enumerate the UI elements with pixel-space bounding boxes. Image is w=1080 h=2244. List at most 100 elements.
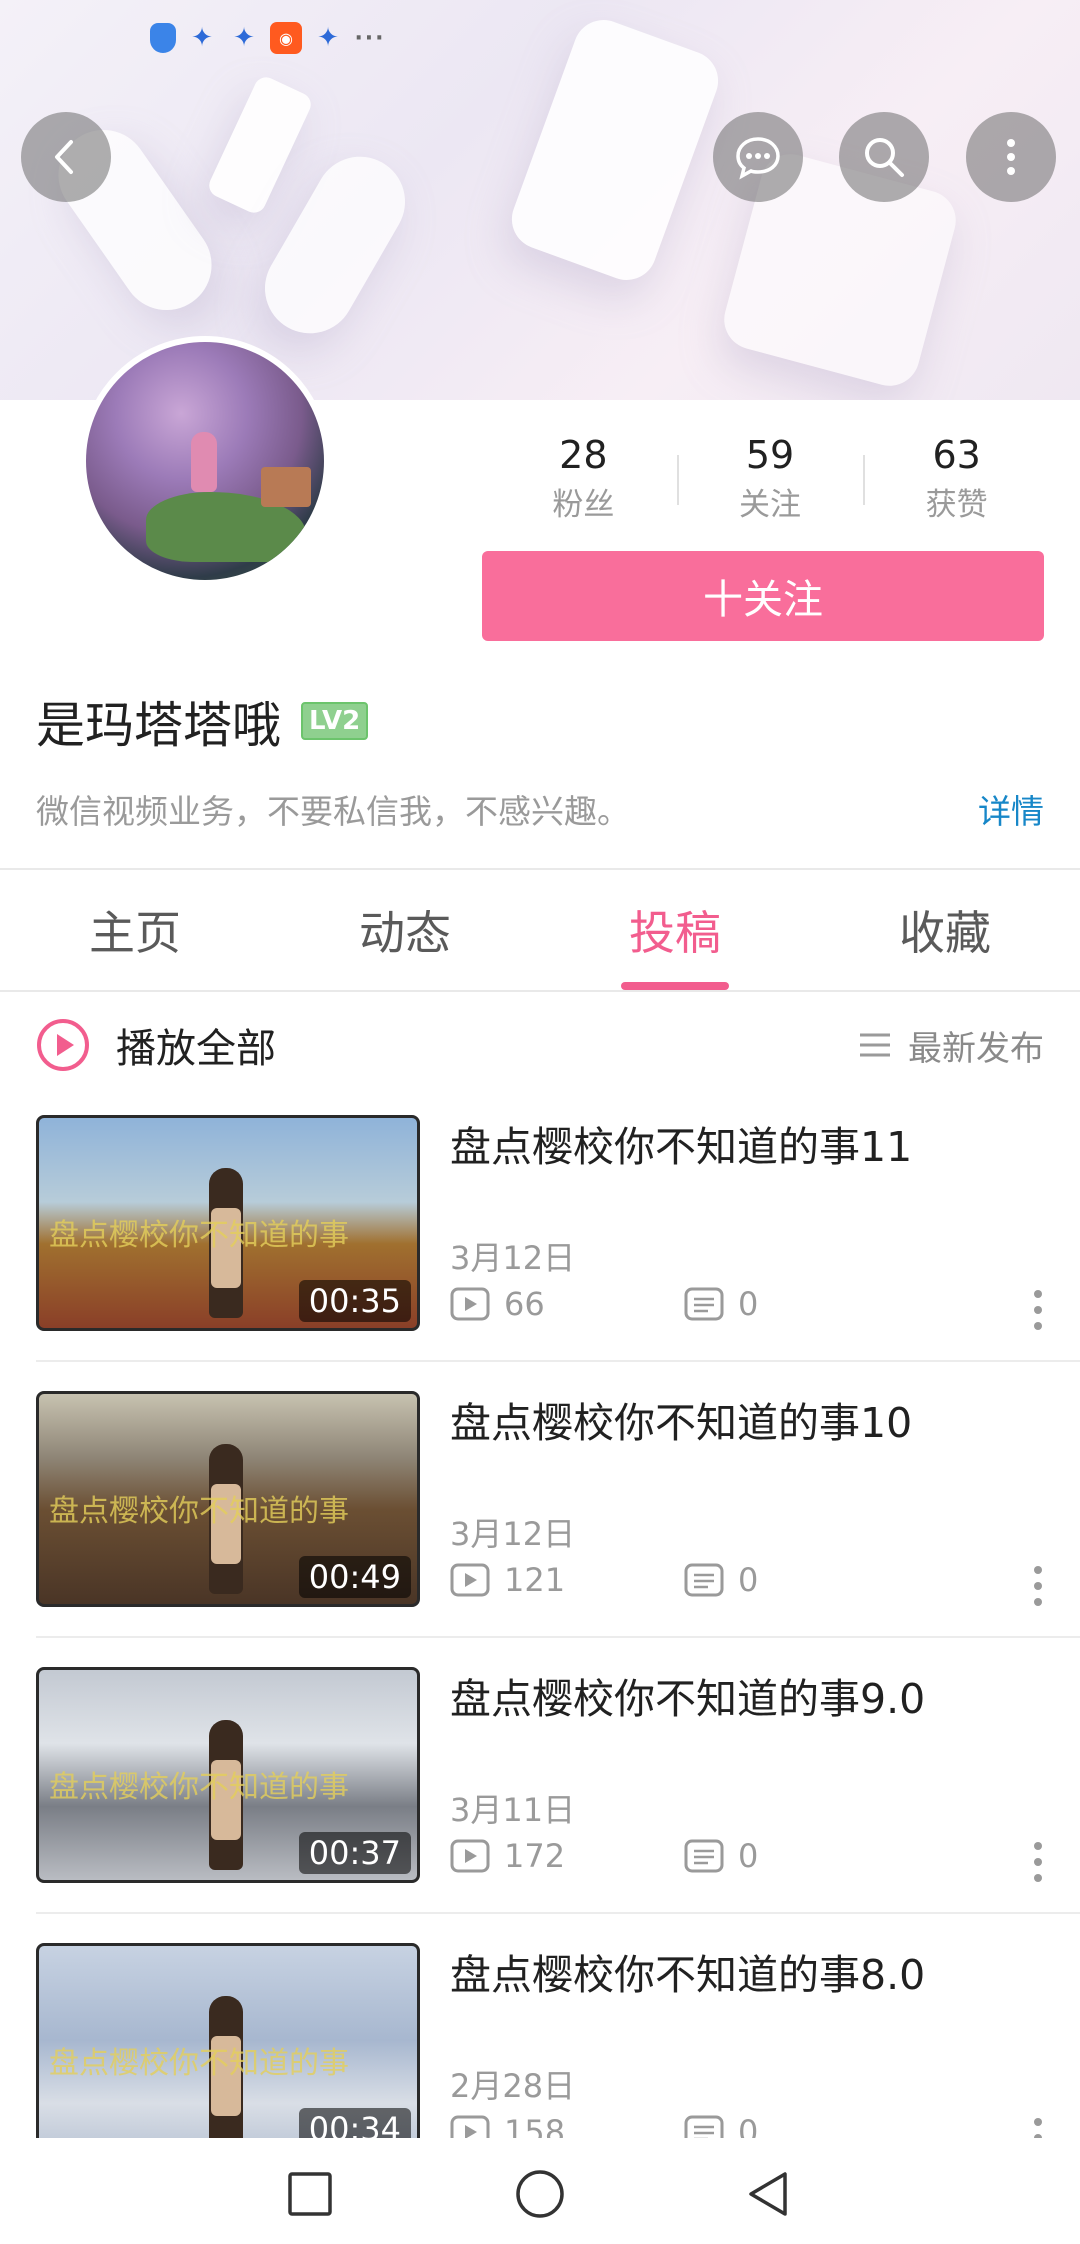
video-more-button[interactable] — [1032, 1566, 1044, 1606]
video-title: 盘点樱校你不知道的事8.0 — [450, 1951, 926, 1999]
video-title: 盘点樱校你不知道的事10 — [450, 1399, 913, 1447]
play-all-button[interactable]: 播放全部 — [36, 1010, 276, 1080]
video-title: 盘点樱校你不知道的事9.0 — [450, 1675, 926, 1723]
nav-back-button[interactable] — [728, 2154, 808, 2234]
triangle-back-icon — [749, 2172, 787, 2216]
tab-activity[interactable]: 动态 — [270, 870, 540, 990]
stat-label: 粉丝 — [552, 487, 615, 523]
bio-text: 微信视频业务，不要私信我，不感兴趣。 — [36, 792, 630, 831]
video-date: 3月11日 — [450, 1791, 576, 1829]
video-duration: 00:34 — [298, 2108, 411, 2138]
video-thumbnail[interactable]: 盘点樱校你不知道的事 00:34 — [36, 1943, 420, 2138]
thumbnail-caption: 盘点樱校你不知道的事 — [49, 1218, 349, 1253]
comment-count-value: 0 — [738, 1561, 759, 1599]
sort-button[interactable]: 最新发布 — [858, 1010, 1044, 1080]
baidu-paw-icon: ✦ — [233, 23, 255, 53]
search-button[interactable] — [839, 112, 929, 202]
sort-label: 最新发布 — [908, 1028, 1044, 1069]
circle-icon — [516, 2170, 564, 2218]
detail-link[interactable]: 详情 — [978, 785, 1044, 833]
comment-count: 0 — [684, 1837, 758, 1875]
play-count: 121 — [450, 1561, 565, 1599]
more-notifications-icon: ··· — [354, 25, 386, 51]
divider — [0, 990, 1080, 992]
tab-favorites[interactable]: 收藏 — [810, 870, 1080, 990]
comment-count-value: 0 — [738, 1837, 759, 1875]
video-date: 3月12日 — [450, 1515, 576, 1553]
play-count-icon — [450, 1287, 490, 1321]
play-count: 172 — [450, 1837, 565, 1875]
video-thumbnail[interactable]: 盘点樱校你不知道的事 00:37 — [36, 1667, 420, 1883]
play-circle-icon — [37, 1019, 89, 1071]
play-count-icon — [450, 1563, 490, 1597]
more-vertical-icon — [1007, 139, 1015, 175]
status-bar: ✦ ✦ ◉ ✦ ··· — [150, 20, 386, 56]
video-item[interactable]: 盘点樱校你不知道的事 00:37 盘点樱校你不知道的事9.0 3月11日 172… — [0, 1667, 1080, 1943]
video-item[interactable]: 盘点樱校你不知道的事 00:49 盘点樱校你不知道的事10 3月12日 121 … — [0, 1391, 1080, 1667]
avatar[interactable] — [80, 336, 330, 586]
stat-following[interactable]: 59 关注 — [676, 425, 864, 535]
message-bubble-icon — [736, 137, 780, 180]
comment-icon — [684, 1287, 724, 1321]
divider — [36, 1636, 1080, 1638]
profile-banner: ✦ ✦ ◉ ✦ ··· — [0, 0, 1080, 400]
comment-icon — [684, 1563, 724, 1597]
list-icon — [860, 1033, 890, 1057]
play-count-icon — [450, 1839, 490, 1873]
stat-value: 28 — [559, 433, 608, 477]
recent-apps-button[interactable] — [270, 2154, 350, 2234]
square-icon — [288, 2172, 332, 2216]
stat-fans[interactable]: 28 粉丝 — [490, 425, 677, 535]
video-title: 盘点樱校你不知道的事11 — [450, 1123, 913, 1171]
comment-icon — [684, 2115, 724, 2138]
back-arrow-icon — [55, 140, 73, 174]
level-badge: LV2 — [301, 702, 369, 740]
username: 是玛塔塔哦 — [36, 696, 282, 754]
video-more-button[interactable] — [1032, 1842, 1044, 1882]
video-thumbnail[interactable]: 盘点樱校你不知道的事 00:49 — [36, 1391, 420, 1607]
system-nav-bar — [0, 2138, 1080, 2244]
stat-label: 关注 — [739, 487, 801, 523]
shield-icon — [150, 23, 176, 53]
play-count: 66 — [450, 1285, 545, 1323]
video-more-button[interactable] — [1032, 1290, 1044, 1330]
comment-count-value: 0 — [738, 1285, 759, 1323]
video-date: 3月12日 — [450, 1239, 576, 1277]
video-item[interactable]: 盘点樱校你不知道的事 00:35 盘点樱校你不知道的事11 3月12日 66 0 — [0, 1115, 1080, 1391]
follow-button[interactable]: 十关注 — [482, 551, 1044, 641]
stat-value: 63 — [932, 433, 981, 477]
message-button[interactable] — [713, 112, 803, 202]
play-count-value: 158 — [504, 2113, 566, 2138]
comment-count: 0 — [684, 1561, 758, 1599]
profile-tabs: 主页 动态 投稿 收藏 — [0, 870, 1080, 990]
comment-count: 0 — [684, 2113, 758, 2138]
tab-submissions[interactable]: 投稿 — [540, 870, 810, 990]
play-count: 158 — [450, 2113, 565, 2138]
avatar-character — [191, 432, 217, 492]
back-button[interactable] — [21, 112, 111, 202]
play-count-value: 66 — [504, 1285, 545, 1323]
video-date: 2月28日 — [450, 2067, 576, 2105]
video-duration: 00:49 — [298, 1556, 411, 1598]
avatar-object — [261, 467, 311, 507]
play-count-value: 121 — [504, 1561, 566, 1599]
tab-home[interactable]: 主页 — [0, 870, 270, 990]
video-duration: 00:35 — [298, 1280, 411, 1322]
video-duration: 00:37 — [298, 1832, 411, 1874]
video-thumbnail[interactable]: 盘点樱校你不知道的事 00:35 — [36, 1115, 420, 1331]
play-count-value: 172 — [504, 1837, 566, 1875]
more-button[interactable] — [966, 112, 1056, 202]
banner-decoration — [205, 73, 315, 217]
banner-decoration — [503, 11, 727, 289]
thumbnail-caption: 盘点樱校你不知道的事 — [49, 2046, 349, 2081]
video-item[interactable]: 盘点樱校你不知道的事 00:34 盘点樱校你不知道的事8.0 2月28日 158… — [0, 1943, 1080, 2138]
baidu-paw-icon: ✦ — [191, 23, 213, 53]
thumbnail-caption: 盘点樱校你不知道的事 — [49, 1494, 349, 1529]
play-count-icon — [450, 2115, 490, 2138]
stat-likes[interactable]: 63 获赞 — [863, 425, 1050, 535]
baidu-paw-icon: ✦ — [317, 23, 339, 53]
divider — [36, 1912, 1080, 1914]
video-more-button[interactable] — [1032, 2118, 1044, 2138]
kuaishou-icon: ◉ — [270, 22, 302, 54]
home-button[interactable] — [500, 2154, 580, 2234]
